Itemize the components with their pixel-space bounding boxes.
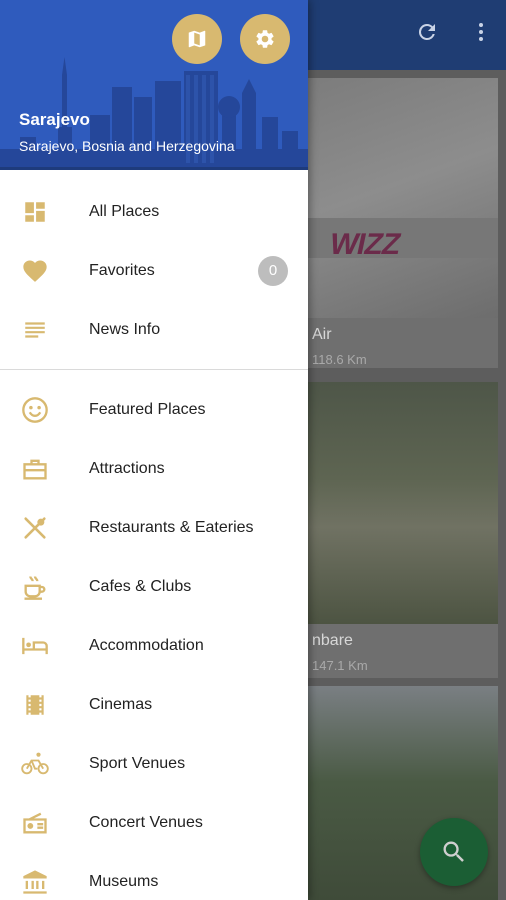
smiley-icon	[18, 393, 52, 427]
menu-item-cinemas[interactable]: Cinemas	[0, 675, 308, 734]
place-card[interactable]: WIZZ Air 118.6 Km	[306, 78, 498, 368]
menu-item-restaurants[interactable]: Restaurants & Eateries	[0, 498, 308, 557]
menu-item-cafes-clubs[interactable]: Cafes & Clubs	[0, 557, 308, 616]
heart-icon	[18, 254, 52, 288]
drawer-header: Sarajevo Sarajevo, Bosnia and Herzegovin…	[0, 0, 308, 170]
place-title: nbare	[312, 632, 353, 649]
menu-label: Attractions	[89, 459, 165, 477]
menu-label: Cafes & Clubs	[89, 577, 192, 595]
city-name: Sarajevo	[19, 110, 90, 129]
radio-icon	[18, 806, 52, 840]
menu-divider	[0, 369, 308, 370]
menu-label: Concert Venues	[89, 813, 203, 831]
favorites-count-badge: 0	[258, 255, 288, 286]
refresh-icon[interactable]	[412, 20, 442, 50]
place-distance: 147.1 Km	[312, 658, 368, 673]
place-card[interactable]: nbare 147.1 Km	[306, 382, 498, 678]
navigation-drawer: Sarajevo Sarajevo, Bosnia and Herzegovin…	[0, 0, 308, 900]
menu-label: Featured Places	[89, 400, 206, 418]
place-distance: 118.6 Km	[312, 352, 367, 367]
menu-item-news-info[interactable]: News Info	[0, 300, 308, 359]
more-vert-icon[interactable]	[466, 20, 496, 50]
menu-label: Sport Venues	[89, 754, 186, 772]
menu-item-favorites[interactable]: Favorites 0	[0, 241, 308, 300]
city-location: Sarajevo, Bosnia and Herzegovina	[19, 138, 235, 154]
menu-item-attractions[interactable]: Attractions	[0, 439, 308, 498]
dashboard-icon	[18, 195, 52, 229]
briefcase-icon	[18, 452, 52, 486]
menu-label: All Places	[89, 202, 160, 220]
menu-label: Cinemas	[89, 695, 153, 713]
menu-label: Museums	[89, 872, 159, 890]
museum-icon	[18, 865, 52, 899]
menu-item-accommodation[interactable]: Accommodation	[0, 616, 308, 675]
menu-item-museums[interactable]: Museums	[0, 852, 308, 900]
place-title: Air	[312, 326, 332, 343]
place-image	[306, 78, 498, 318]
menu-item-concert-venues[interactable]: Concert Venues	[0, 793, 308, 852]
menu-item-all-places[interactable]: All Places	[0, 182, 308, 241]
drawer-menu: All Places Favorites 0 News Info Feature…	[0, 170, 308, 900]
search-icon	[443, 841, 464, 862]
utensils-icon	[18, 511, 52, 545]
settings-button[interactable]	[240, 14, 290, 64]
menu-label: News Info	[89, 320, 161, 338]
map-button[interactable]	[172, 14, 222, 64]
airline-logo: WIZZ	[326, 228, 403, 261]
menu-item-sport-venues[interactable]: Sport Venues	[0, 734, 308, 793]
map-icon	[188, 30, 206, 48]
bicycle-icon	[18, 747, 52, 781]
place-image	[306, 382, 498, 624]
film-icon	[18, 688, 52, 722]
menu-label: Restaurants & Eateries	[89, 518, 254, 536]
news-icon	[18, 313, 52, 347]
menu-item-featured-places[interactable]: Featured Places	[0, 380, 308, 439]
gear-icon	[256, 30, 274, 48]
search-fab[interactable]	[420, 818, 488, 886]
menu-label: Favorites	[89, 261, 155, 279]
coffee-icon	[18, 570, 52, 604]
bed-icon	[18, 629, 52, 663]
menu-label: Accommodation	[89, 636, 204, 654]
